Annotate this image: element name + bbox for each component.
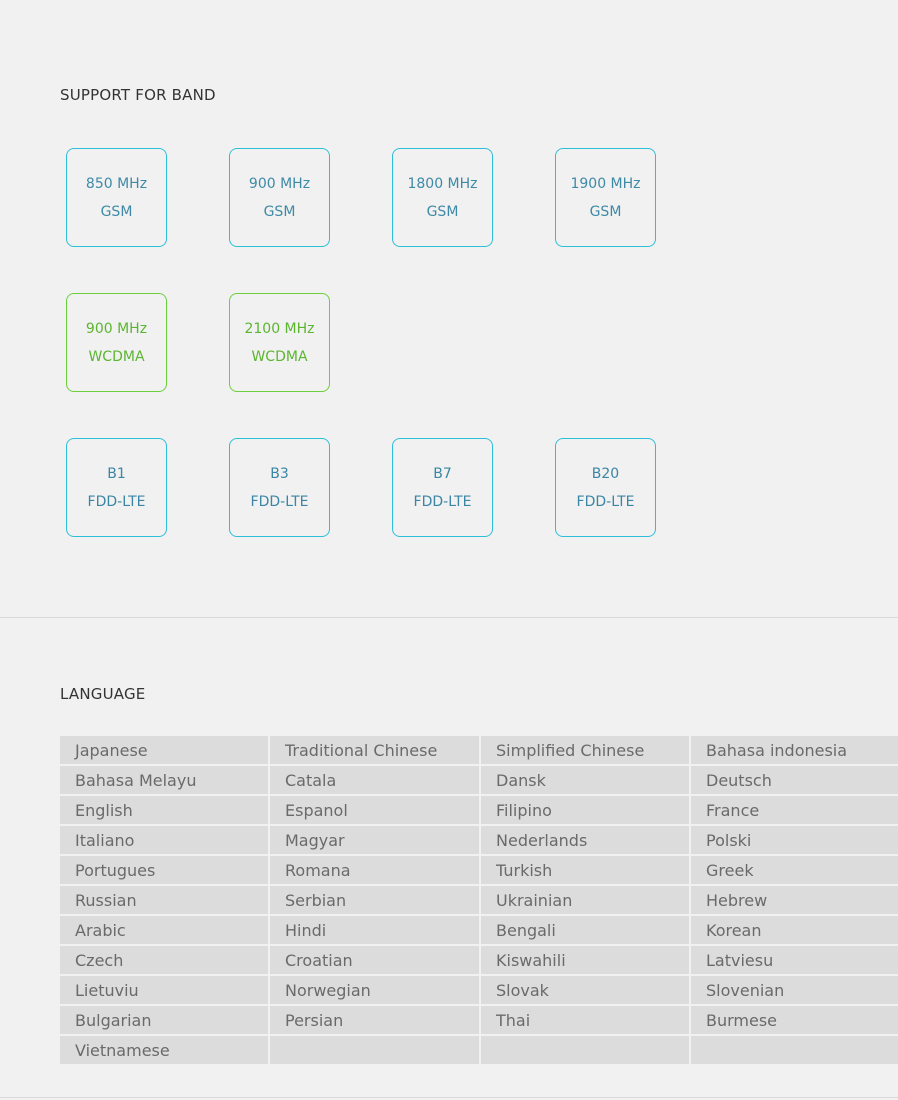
band-type: FDD-LTE bbox=[250, 493, 309, 510]
language-row: Vietnamese bbox=[60, 1036, 898, 1066]
band-type: GSM bbox=[589, 203, 622, 220]
band-type: FDD-LTE bbox=[576, 493, 635, 510]
language-cell: Espanol bbox=[270, 796, 481, 826]
language-cell: Nederlands bbox=[481, 826, 691, 856]
language-cell: Dansk bbox=[481, 766, 691, 796]
language-cell: Deutsch bbox=[691, 766, 898, 796]
language-cell: Slovenian bbox=[691, 976, 898, 1006]
language-cell bbox=[270, 1036, 481, 1066]
band-type: WCDMA bbox=[251, 348, 308, 365]
language-cell: Traditional Chinese bbox=[270, 736, 481, 766]
language-row: Japanese Traditional Chinese Simplified Ch… bbox=[60, 736, 898, 766]
language-cell: English bbox=[60, 796, 270, 826]
band-type: WCDMA bbox=[88, 348, 145, 365]
language-cell: Croatian bbox=[270, 946, 481, 976]
language-cell: Slovak bbox=[481, 976, 691, 1006]
band-box-b20-lte: B20 FDD-LTE bbox=[555, 438, 656, 537]
language-cell: France bbox=[691, 796, 898, 826]
language-cell: Lietuviu bbox=[60, 976, 270, 1006]
language-cell: Catala bbox=[270, 766, 481, 796]
band-type: FDD-LTE bbox=[87, 493, 146, 510]
language-cell: Portugues bbox=[60, 856, 270, 886]
band-type: GSM bbox=[426, 203, 459, 220]
language-cell bbox=[691, 1036, 898, 1066]
section-divider bbox=[0, 617, 898, 618]
band-freq: 900 MHz bbox=[85, 320, 148, 337]
band-box-900-wcdma: 900 MHz WCDMA bbox=[66, 293, 167, 392]
band-type: GSM bbox=[100, 203, 133, 220]
language-row: Lietuviu Norwegian Slovak Slovenian bbox=[60, 976, 898, 1006]
language-row: Italiano Magyar Nederlands Polski bbox=[60, 826, 898, 856]
band-freq: B20 bbox=[591, 465, 620, 482]
band-box-900-gsm: 900 MHz GSM bbox=[229, 148, 330, 247]
band-type: GSM bbox=[263, 203, 296, 220]
band-freq: 850 MHz bbox=[85, 175, 148, 192]
language-cell: Norwegian bbox=[270, 976, 481, 1006]
language-row: Bahasa Melayu Catala Dansk Deutsch bbox=[60, 766, 898, 796]
language-cell: Burmese bbox=[691, 1006, 898, 1036]
band-box-1800-gsm: 1800 MHz GSM bbox=[392, 148, 493, 247]
band-freq: 900 MHz bbox=[248, 175, 311, 192]
language-cell: Arabic bbox=[60, 916, 270, 946]
language-cell: Hindi bbox=[270, 916, 481, 946]
language-cell: Turkish bbox=[481, 856, 691, 886]
language-cell: Hebrew bbox=[691, 886, 898, 916]
language-row: Arabic Hindi Bengali Korean bbox=[60, 916, 898, 946]
language-cell: Bulgarian bbox=[60, 1006, 270, 1036]
language-cell: Vietnamese bbox=[60, 1036, 270, 1066]
band-box-1900-gsm: 1900 MHz GSM bbox=[555, 148, 656, 247]
language-row: English Espanol Filipino France bbox=[60, 796, 898, 826]
language-row: Czech Croatian Kiswahili Latviesu bbox=[60, 946, 898, 976]
band-freq: 2100 MHz bbox=[244, 320, 315, 337]
language-cell: Korean bbox=[691, 916, 898, 946]
language-cell: Polski bbox=[691, 826, 898, 856]
language-cell: Filipino bbox=[481, 796, 691, 826]
language-table: Japanese Traditional Chinese Simplified Ch… bbox=[60, 736, 898, 1066]
language-row: Russian Serbian Ukrainian Hebrew bbox=[60, 886, 898, 916]
language-section-title: LANGUAGE bbox=[60, 685, 146, 703]
language-cell: Greek bbox=[691, 856, 898, 886]
bottom-divider bbox=[0, 1097, 898, 1098]
language-cell: Bahasa Melayu bbox=[60, 766, 270, 796]
band-freq: B3 bbox=[270, 465, 289, 482]
language-row: Bulgarian Persian Thai Burmese bbox=[60, 1006, 898, 1036]
band-freq: 1900 MHz bbox=[570, 175, 641, 192]
band-box-b3-lte: B3 FDD-LTE bbox=[229, 438, 330, 537]
language-cell: Kiswahili bbox=[481, 946, 691, 976]
band-box-b7-lte: B7 FDD-LTE bbox=[392, 438, 493, 537]
band-box-850-gsm: 850 MHz GSM bbox=[66, 148, 167, 247]
language-cell: Magyar bbox=[270, 826, 481, 856]
band-freq: B7 bbox=[433, 465, 452, 482]
band-section-title: SUPPORT FOR BAND bbox=[60, 86, 216, 104]
band-freq: B1 bbox=[107, 465, 126, 482]
language-cell: Persian bbox=[270, 1006, 481, 1036]
language-cell bbox=[481, 1036, 691, 1066]
language-cell: Japanese bbox=[60, 736, 270, 766]
language-cell: Bahasa indonesia bbox=[691, 736, 898, 766]
band-freq: 1800 MHz bbox=[407, 175, 478, 192]
language-cell: Bengali bbox=[481, 916, 691, 946]
language-cell: Romana bbox=[270, 856, 481, 886]
language-cell: Thai bbox=[481, 1006, 691, 1036]
language-cell: Czech bbox=[60, 946, 270, 976]
language-cell: Serbian bbox=[270, 886, 481, 916]
language-cell: Russian bbox=[60, 886, 270, 916]
language-cell: Italiano bbox=[60, 826, 270, 856]
language-cell: Simplified Chinese bbox=[481, 736, 691, 766]
band-type: FDD-LTE bbox=[413, 493, 472, 510]
language-cell: Ukrainian bbox=[481, 886, 691, 916]
language-cell: Latviesu bbox=[691, 946, 898, 976]
language-row: Portugues Romana Turkish Greek bbox=[60, 856, 898, 886]
band-box-b1-lte: B1 FDD-LTE bbox=[66, 438, 167, 537]
band-box-2100-wcdma: 2100 MHz WCDMA bbox=[229, 293, 330, 392]
